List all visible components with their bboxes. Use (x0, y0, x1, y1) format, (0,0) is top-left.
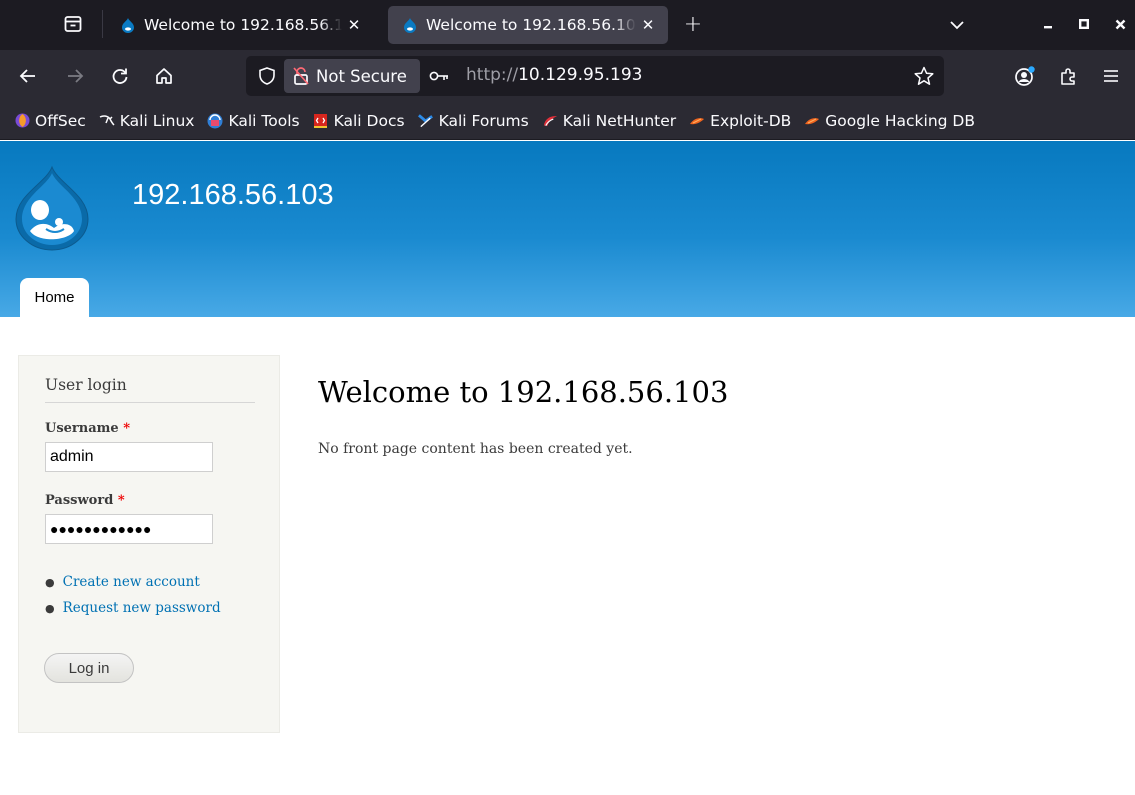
bookmark-label: Kali Linux (119, 111, 195, 130)
offsec-icon (14, 113, 30, 129)
url-scheme: http:// (466, 65, 519, 85)
key-icon[interactable] (428, 65, 450, 87)
bookmark-label: OffSec (35, 111, 86, 130)
tab-title: Welcome to 192.168.56.103 (144, 16, 342, 34)
security-label: Not Secure (316, 66, 407, 86)
extensions-icon[interactable] (1055, 62, 1083, 90)
bookmark-google-hacking-db[interactable]: Google Hacking DB (804, 112, 975, 130)
tab-title: Welcome to 192.168.56.103 (426, 16, 636, 34)
ghdb-icon (804, 113, 820, 129)
url-host: 10.129.95.193 (518, 65, 643, 85)
user-login-block: User login Username * admin Password * ●… (18, 355, 280, 733)
page-title: Welcome to 192.168.56.103 (318, 375, 729, 409)
bookmark-label: Exploit-DB (710, 111, 792, 130)
site-name[interactable]: 192.168.56.103 (132, 179, 334, 212)
kali-tools-icon (207, 113, 223, 129)
bookmark-kali-nethunter[interactable]: Kali NetHunter (542, 112, 676, 130)
site-security-button[interactable]: Not Secure (284, 59, 420, 93)
bookmark-label: Google Hacking DB (825, 111, 975, 130)
tab-separator (102, 10, 103, 38)
login-button[interactable]: Log in (44, 653, 134, 683)
drupal-logo[interactable] (12, 165, 92, 251)
browser-tab-2[interactable]: Welcome to 192.168.56.103 ✕ (388, 6, 668, 44)
kali-forums-icon (417, 113, 434, 129)
navigation-toolbar: Not Secure http://10.129.95.193 (0, 50, 1135, 102)
bookmark-label: Kali Forums (438, 111, 529, 130)
nav-tab-home[interactable]: Home (20, 278, 89, 317)
drupal-favicon-icon (402, 17, 418, 33)
bullet-icon: ● (45, 575, 55, 589)
close-tab-icon[interactable]: ✕ (344, 16, 364, 34)
username-label: Username * (45, 421, 130, 436)
required-marker: * (117, 493, 125, 508)
drupal-favicon-icon (120, 17, 136, 33)
tracking-shield-icon[interactable] (256, 65, 278, 87)
bullet-icon: ● (45, 601, 55, 615)
kali-dragon-icon (99, 113, 115, 129)
bookmark-kali-forums[interactable]: Kali Forums (417, 111, 529, 130)
bookmark-kali-linux[interactable]: Kali Linux (99, 111, 195, 130)
site-header: 192.168.56.103 Home (0, 141, 1135, 317)
tab-strip: Welcome to 192.168.56.103 ✕ Welcome to 1… (0, 0, 1135, 50)
bookmark-offsec[interactable]: OffSec (14, 112, 86, 130)
minimize-icon[interactable] (1036, 12, 1060, 36)
page-body-text: No front page content has been created y… (318, 441, 633, 457)
back-arrow-icon[interactable] (14, 62, 42, 90)
maximize-icon[interactable] (1072, 12, 1096, 36)
bookmarks-toolbar: OffSec Kali Linux Kali Tools Kali Docs K… (0, 102, 1135, 140)
list-item: ● Request new password (45, 595, 221, 621)
reload-icon[interactable] (106, 62, 134, 90)
nethunter-icon (542, 113, 558, 129)
home-icon[interactable] (150, 62, 178, 90)
chevron-down-icon[interactable] (944, 12, 970, 38)
bookmark-label: Kali Docs (333, 111, 405, 130)
username-field[interactable]: admin (45, 442, 213, 472)
bookmark-label: Kali Tools (228, 111, 300, 130)
login-links: ● Create new account ● Request new passwor… (45, 569, 221, 621)
password-label-text: Password (45, 493, 114, 508)
bookmark-exploit-db[interactable]: Exploit-DB (689, 112, 791, 130)
list-item: ● Create new account (45, 569, 221, 595)
password-field[interactable]: ●●●●●●●●●●●● (45, 514, 213, 544)
required-marker: * (123, 421, 131, 436)
url-bar[interactable]: Not Secure http://10.129.95.193 (246, 56, 944, 96)
new-tab-button[interactable]: + (680, 11, 706, 37)
exploit-db-icon (689, 113, 705, 129)
bookmark-star-icon[interactable] (912, 64, 936, 88)
close-tab-icon[interactable]: ✕ (638, 16, 658, 34)
account-icon[interactable] (1011, 62, 1039, 90)
username-label-text: Username (45, 421, 119, 436)
browser-tab-1[interactable]: Welcome to 192.168.56.103 ✕ (106, 6, 374, 44)
menu-icon[interactable] (1097, 62, 1125, 90)
create-account-link[interactable]: Create new account (63, 574, 200, 590)
forward-arrow-icon[interactable] (61, 62, 89, 90)
tab-overview-icon[interactable] (58, 11, 88, 37)
close-window-icon[interactable] (1108, 12, 1132, 36)
bookmark-label: Kali NetHunter (562, 111, 677, 130)
bookmark-kali-tools[interactable]: Kali Tools (207, 111, 300, 130)
password-label: Password * (45, 493, 125, 508)
block-title: User login (45, 376, 255, 403)
insecure-lock-icon (292, 66, 310, 86)
kali-docs-icon (313, 113, 329, 129)
url-text[interactable]: http://10.129.95.193 (466, 65, 642, 85)
bookmark-kali-docs[interactable]: Kali Docs (313, 112, 405, 130)
request-password-link[interactable]: Request new password (63, 600, 221, 616)
